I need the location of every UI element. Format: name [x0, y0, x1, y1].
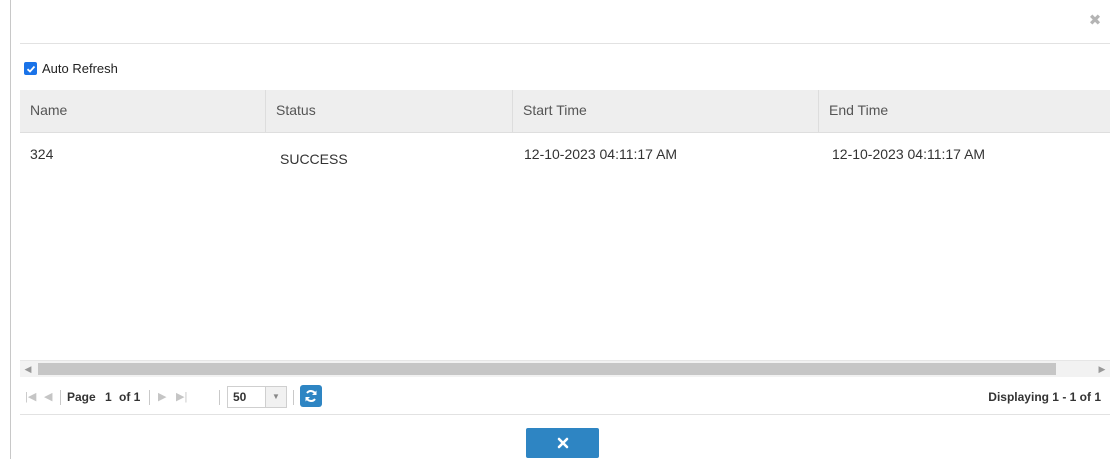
- cell-end-time: 12-10-2023 04:11:17 AM: [832, 146, 986, 162]
- last-page-icon[interactable]: ▶|: [176, 380, 187, 414]
- toolbar-separator: [60, 390, 61, 405]
- refresh-button[interactable]: [300, 385, 322, 407]
- cell-name: 324: [30, 146, 54, 162]
- close-icon[interactable]: ✖: [1086, 12, 1104, 30]
- paging-toolbar: |◀ ◀ Page 1 of 1 ▶ ▶| 50 ▼ Displaying 1 …: [20, 380, 1110, 414]
- page-label: Page: [67, 390, 96, 404]
- prev-page-icon[interactable]: ◀: [44, 380, 52, 414]
- footer-divider: [20, 414, 1110, 415]
- page-number[interactable]: 1: [105, 380, 112, 414]
- table-row[interactable]: 324 SUCCESS 12-10-2023 04:11:17 AM 12-10…: [20, 133, 1110, 177]
- page-size-value: 50: [233, 390, 247, 404]
- column-header-status[interactable]: Status: [265, 90, 512, 132]
- next-page-icon[interactable]: ▶: [158, 380, 166, 414]
- column-header-start-time[interactable]: Start Time: [512, 90, 818, 132]
- displaying-summary: Displaying 1 - 1 of 1: [988, 390, 1101, 404]
- page-total: of 1: [119, 390, 141, 404]
- auto-refresh-checkbox[interactable]: [24, 62, 37, 75]
- first-page-icon[interactable]: |◀: [25, 380, 36, 414]
- toolbar-separator: [219, 390, 220, 405]
- grid-header: Name Status Start Time End Time: [20, 90, 1110, 133]
- auto-refresh-label: Auto Refresh: [42, 61, 118, 76]
- toolbar-separator: [293, 390, 294, 405]
- cell-status: SUCCESS: [280, 151, 348, 167]
- close-button[interactable]: [526, 428, 599, 458]
- checkmark-icon: [26, 65, 35, 73]
- job-status-dialog: ✖ Auto Refresh Name Status Start Time En…: [11, 0, 1110, 459]
- refresh-icon: [305, 390, 317, 402]
- scrollbar-thumb[interactable]: [38, 363, 1056, 375]
- chevron-down-icon[interactable]: ▼: [265, 387, 286, 407]
- scroll-left-icon[interactable]: ◀: [20, 361, 36, 377]
- auto-refresh-toggle[interactable]: Auto Refresh: [24, 61, 118, 76]
- column-header-name[interactable]: Name: [20, 90, 265, 132]
- horizontal-scrollbar[interactable]: ◀ ▶: [20, 360, 1110, 377]
- column-header-end-time[interactable]: End Time: [818, 90, 1110, 132]
- page-size-select[interactable]: 50 ▼: [227, 386, 287, 408]
- close-icon: [557, 437, 568, 449]
- header-divider: [20, 43, 1110, 44]
- scroll-right-icon[interactable]: ▶: [1094, 361, 1110, 377]
- toolbar-separator: [149, 390, 150, 405]
- cell-start-time: 12-10-2023 04:11:17 AM: [524, 146, 678, 162]
